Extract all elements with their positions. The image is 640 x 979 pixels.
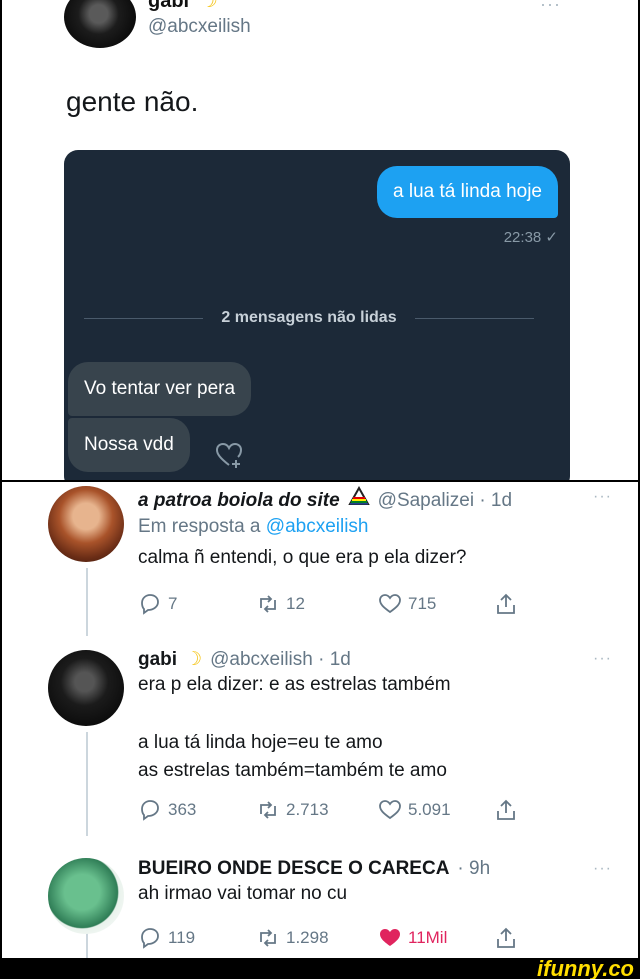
tweet-actions: 7 12 715 <box>138 592 518 620</box>
incoming-message-bubble: Nossa vdd <box>68 418 190 472</box>
divider-line <box>84 317 204 319</box>
share-icon <box>497 799 515 820</box>
unread-divider: 2 mensagens não lidas <box>84 308 534 328</box>
message-timestamp: 22:38 ✓ <box>503 229 558 246</box>
thread-connector <box>86 568 88 636</box>
retweet-button[interactable]: 1.298 <box>256 926 329 950</box>
reply-count: 7 <box>168 594 178 613</box>
heart-icon <box>379 800 401 820</box>
retweet-count: 2.713 <box>286 800 329 819</box>
share-button[interactable] <box>494 926 518 950</box>
divider-line <box>414 317 534 319</box>
more-options-icon[interactable]: ··· <box>540 0 561 15</box>
ifunny-watermark: ifunny.co <box>537 956 634 979</box>
watermark-bar: ifunny.co <box>0 956 640 979</box>
avatar[interactable] <box>48 486 124 562</box>
original-tweet-screenshot: gabi ☽ @abcxeilish ··· gente não. a lua … <box>2 0 638 480</box>
like-count: 11Mil <box>408 928 448 947</box>
avatar[interactable] <box>48 858 124 934</box>
reply-text-line: era p ela dizer: e as estrelas também <box>138 674 451 695</box>
reply-count: 363 <box>168 800 197 819</box>
reply-text-line: a lua tá linda hoje=eu te amo <box>138 732 383 753</box>
rainbow-flag-icon <box>347 486 370 505</box>
outgoing-message-bubble: a lua tá linda hoje <box>377 166 558 218</box>
replies-thread: a patroa boiola do site @Sapalizei · 1d … <box>2 482 638 958</box>
author-handle[interactable]: @abcxeilish · 1d <box>210 649 351 671</box>
reply-icon <box>141 800 159 821</box>
tweet-actions: 363 2.713 5.091 <box>138 798 518 826</box>
reply-tweet[interactable]: BUEIRO ONDE DESCE O CARECA · 9h ··· ah i… <box>138 858 618 958</box>
share-button[interactable] <box>494 592 518 616</box>
author-name[interactable]: a patroa boiola do site <box>138 490 340 512</box>
retweet-count: 12 <box>286 594 305 613</box>
retweet-icon <box>260 929 276 947</box>
author-handle[interactable]: · 9h <box>457 858 490 880</box>
like-button[interactable]: 11Mil <box>378 926 447 950</box>
share-button[interactable] <box>494 798 518 822</box>
heart-filled-icon <box>380 929 400 946</box>
author-handle[interactable]: @Sapalizei · 1d <box>378 490 512 512</box>
tweet-actions: 119 1.298 11Mil <box>138 926 518 954</box>
moon-emoji-icon: ☽ <box>200 0 218 12</box>
author-name[interactable]: gabi <box>138 649 177 671</box>
thread-connector <box>86 932 88 958</box>
retweet-button[interactable]: 2.713 <box>256 798 329 822</box>
author-name[interactable]: BUEIRO ONDE DESCE O CARECA <box>138 858 449 880</box>
author-handle[interactable]: @abcxeilish <box>148 16 251 38</box>
dm-screenshot-image: a lua tá linda hoje 22:38 ✓ 2 mensagens … <box>64 150 570 480</box>
share-icon <box>497 593 515 614</box>
reply-text: ah irmao vai tomar no cu <box>138 883 348 904</box>
retweet-button[interactable]: 12 <box>256 592 305 616</box>
share-icon <box>497 927 515 948</box>
reply-count: 119 <box>168 928 196 947</box>
reply-button[interactable]: 119 <box>138 926 195 950</box>
reply-text: calma ñ entendi, o que era p ela dizer? <box>138 547 467 568</box>
avatar[interactable] <box>64 0 136 48</box>
thread-connector <box>86 732 88 836</box>
unread-divider-label: 2 mensagens não lidas <box>221 309 397 326</box>
reply-text-line: as estrelas também=também te amo <box>138 760 447 781</box>
author-name[interactable]: gabi <box>148 0 189 13</box>
reply-tweet[interactable]: gabi ☽ @abcxeilish · 1d ··· era p ela di… <box>138 648 618 828</box>
avatar[interactable] <box>48 650 124 726</box>
like-count: 5.091 <box>408 800 451 819</box>
incoming-message-bubble: Vo tentar ver pera <box>68 362 252 416</box>
more-options-icon[interactable]: ··· <box>593 488 612 506</box>
reply-tweet[interactable]: a patroa boiola do site @Sapalizei · 1d … <box>138 486 618 626</box>
more-options-icon[interactable]: ··· <box>593 650 612 668</box>
reply-icon <box>141 928 159 949</box>
reply-to-label: Em resposta a <box>138 516 261 537</box>
mention-link[interactable]: @abcxeilish <box>266 516 369 537</box>
heart-icon <box>379 594 401 614</box>
retweet-count: 1.298 <box>286 928 329 947</box>
moon-emoji-icon: ☽ <box>185 649 203 670</box>
heart-plus-icon <box>215 442 243 468</box>
retweet-icon <box>260 595 276 613</box>
like-count: 715 <box>408 594 437 613</box>
reply-to-line: Em resposta a @abcxeilish <box>138 512 618 542</box>
reply-icon <box>141 594 159 615</box>
like-button[interactable]: 715 <box>378 592 436 616</box>
reply-button[interactable]: 7 <box>138 592 177 616</box>
tweet-text: gente não. <box>66 86 199 117</box>
more-options-icon[interactable]: ··· <box>593 860 612 878</box>
like-button[interactable]: 5.091 <box>378 798 451 822</box>
retweet-icon <box>260 801 276 819</box>
reply-button[interactable]: 363 <box>138 798 196 822</box>
